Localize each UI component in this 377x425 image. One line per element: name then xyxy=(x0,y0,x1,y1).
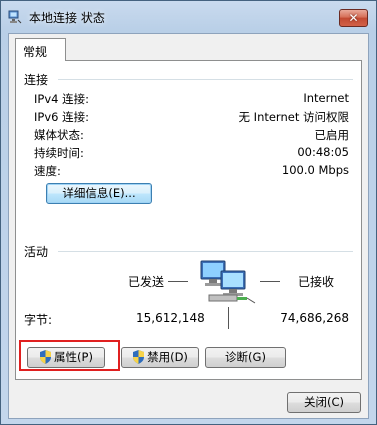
activity-center-line xyxy=(228,307,229,329)
connection-group-divider xyxy=(58,79,353,80)
bytes-label: 字节: xyxy=(24,313,53,327)
bytes-sent-value: 15,612,148 xyxy=(136,311,205,325)
network-computers-icon xyxy=(200,260,256,304)
sent-label: 已发送 xyxy=(128,275,165,289)
disable-button[interactable]: 禁用(D) xyxy=(121,347,199,368)
duration-value: 00:48:05 xyxy=(297,145,349,159)
activity-group-label: 活动 xyxy=(24,245,49,259)
speed-label: 速度: xyxy=(34,164,61,178)
general-tab-panel: 连接 IPv4 连接: Internet IPv6 连接: 无 Internet… xyxy=(15,60,362,380)
bytes-received-value: 74,686,268 xyxy=(280,311,349,325)
activity-group-divider xyxy=(58,251,353,252)
media-state-label: 媒体状态: xyxy=(34,128,84,142)
ipv4-value: Internet xyxy=(303,91,349,105)
received-label: 已接收 xyxy=(298,275,335,289)
ipv4-label: IPv4 连接: xyxy=(34,92,89,106)
ipv6-label: IPv6 连接: xyxy=(34,110,89,124)
window-close-button[interactable]: ✕ xyxy=(339,9,368,27)
title-bar[interactable]: 本地连接 状态 ✕ xyxy=(1,1,376,33)
close-icon: ✕ xyxy=(348,11,359,25)
close-button[interactable]: 关闭(C) xyxy=(287,392,361,413)
properties-highlight-box xyxy=(19,340,120,371)
received-dash xyxy=(260,281,280,282)
window-title: 本地连接 状态 xyxy=(29,11,105,25)
duration-label: 持续时间: xyxy=(34,146,84,160)
diagnose-button[interactable]: 诊断(G) xyxy=(205,347,286,368)
status-window: 本地连接 状态 ✕ 常规 连接 IPv4 连接: Internet IPv6 连… xyxy=(0,0,377,425)
uac-shield-icon xyxy=(133,350,145,364)
ipv6-value: 无 Internet 访问权限 xyxy=(238,110,349,124)
network-connection-icon xyxy=(8,10,22,24)
details-button[interactable]: 详细信息(E)... xyxy=(46,183,152,204)
media-state-value: 已启用 xyxy=(314,128,350,142)
connection-group-label: 连接 xyxy=(24,73,49,87)
sent-dash xyxy=(168,281,188,282)
disable-button-label: 禁用(D) xyxy=(147,350,188,364)
speed-value: 100.0 Mbps xyxy=(281,163,349,177)
tab-general[interactable]: 常规 xyxy=(15,38,66,61)
tab-general-label: 常规 xyxy=(23,45,48,59)
